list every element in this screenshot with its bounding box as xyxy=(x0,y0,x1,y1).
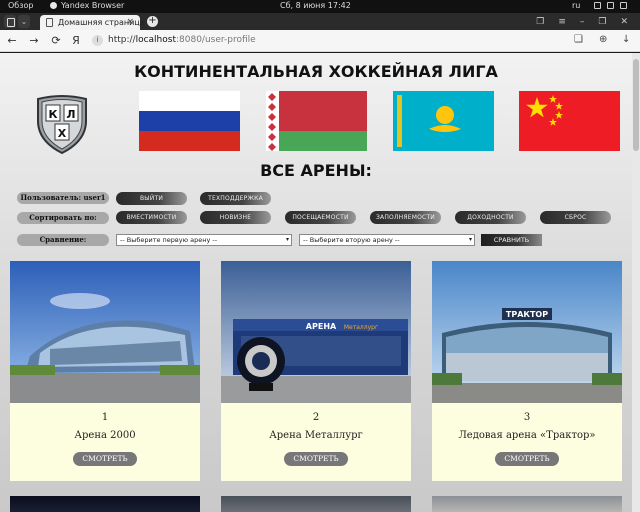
first-arena-select[interactable]: -- Выберите первую арену -- ▾ xyxy=(116,234,292,246)
arena-card: 1 Арена 2000 СМОТРЕТЬ xyxy=(10,261,200,481)
tabs-menu-button[interactable] xyxy=(4,15,16,28)
page-icon xyxy=(46,18,53,27)
tabs-dropdown-icon[interactable]: ⌄ xyxy=(18,15,30,28)
browser-tab-strip: ⌄ Домашняя страница × + ❐ ≡ – ❐ ✕ xyxy=(0,13,640,30)
forward-icon[interactable]: → xyxy=(27,34,41,47)
page-content: КОНТИНЕНТАЛЬНАЯ ХОККЕЙНАЯ ЛИГА К Л Х ВСЕ… xyxy=(0,53,632,512)
site-title: КОНТИНЕНТАЛЬНАЯ ХОККЕЙНАЯ ЛИГА xyxy=(134,62,498,81)
khl-logo: К Л Х xyxy=(37,95,87,155)
collections-icon[interactable]: ❐ xyxy=(536,17,544,27)
user-label: Пользователь: user1 xyxy=(17,192,109,204)
yandex-icon[interactable]: Я xyxy=(69,34,83,47)
arena-number: 3 xyxy=(523,412,531,423)
second-arena-select-value: -- Выберите вторую арену -- xyxy=(303,236,400,244)
arena-card-partial xyxy=(10,496,200,512)
clock[interactable]: Сб, 8 июня 17:42 xyxy=(280,1,351,10)
site-info-icon[interactable]: i xyxy=(92,35,103,46)
url-scheme: http:// xyxy=(108,35,136,45)
first-arena-select-value: -- Выберите первую арену -- xyxy=(120,236,218,244)
page-scrollbar[interactable] xyxy=(632,53,640,512)
view-arena-button[interactable]: СМОТРЕТЬ xyxy=(284,452,348,466)
view-arena-button[interactable]: СМОТРЕТЬ xyxy=(495,452,559,466)
back-icon[interactable]: ← xyxy=(5,34,19,47)
os-top-bar: Обзор Yandex Browser Сб, 8 июня 17:42 ru xyxy=(0,0,640,13)
arena-number: 2 xyxy=(312,412,320,423)
logo-letter: Х xyxy=(58,127,67,140)
scrollbar-thumb[interactable] xyxy=(633,59,639,151)
arena-number: 1 xyxy=(101,412,109,423)
logout-button[interactable]: ВЫЙТИ xyxy=(116,192,187,205)
sort-revenue-button[interactable]: ДОХОДНОСТИ xyxy=(455,211,526,224)
network-icon xyxy=(594,2,601,9)
view-arena-button[interactable]: СМОТРЕТЬ xyxy=(73,452,137,466)
sort-newest-button[interactable]: НОВИЗНЕ xyxy=(200,211,271,224)
download-icon[interactable]: ↓ xyxy=(622,34,630,45)
keyboard-layout[interactable]: ru xyxy=(572,1,580,10)
window-controls: ❐ ≡ – ❐ ✕ xyxy=(536,13,640,30)
support-button[interactable]: ТЕХПОДДЕРЖКА xyxy=(200,192,271,205)
yandex-browser-icon xyxy=(50,2,57,9)
compare-label: Сравнение: xyxy=(17,234,109,246)
arena-photo: ТРАКТОР xyxy=(432,261,622,403)
system-tray[interactable] xyxy=(594,2,627,9)
russia-flag xyxy=(139,91,240,151)
translate-icon[interactable]: ⊕ xyxy=(599,34,607,45)
arena-photo xyxy=(10,261,200,403)
sort-occupancy-button[interactable]: ЗАПОЛНЯЕМОСТИ xyxy=(370,211,441,224)
arena-card-partial xyxy=(432,496,622,512)
power-icon xyxy=(620,2,627,9)
minimize-icon[interactable]: – xyxy=(580,17,585,27)
arena-sign: ТРАКТОР xyxy=(506,310,548,319)
sort-attendance-button[interactable]: ПОСЕЩАЕМОСТИ xyxy=(285,211,356,224)
reset-sort-button[interactable]: СБРОС xyxy=(540,211,611,224)
new-tab-button[interactable]: + xyxy=(147,16,158,27)
url-field[interactable]: http://localhost:8080/user-profile xyxy=(108,35,256,45)
tab-home-page[interactable]: Домашняя страница × xyxy=(40,15,145,30)
arena-sign: АРЕНА xyxy=(306,322,337,331)
arena-photo: АРЕНА Металлург xyxy=(221,261,411,403)
address-bar-row: ← → ⟳ Я i http://localhost:8080/user-pro… xyxy=(0,30,640,52)
activities-button[interactable]: Обзор xyxy=(8,1,33,10)
chevron-down-icon: ▾ xyxy=(468,236,472,243)
bookmark-icon[interactable]: ❏ xyxy=(574,34,583,45)
url-path: :8080/user-profile xyxy=(175,35,256,45)
arena-name: Арена 2000 xyxy=(74,430,136,441)
arena-name: Арена Металлург xyxy=(269,430,363,441)
arena-card: ТРАКТОР 3 Ледовая арена «Трактор» СМОТРЕ… xyxy=(432,261,622,481)
maximize-icon[interactable]: ❐ xyxy=(598,17,606,27)
chevron-down-icon: ▾ xyxy=(285,236,289,243)
app-name: Yandex Browser xyxy=(61,1,125,10)
section-title: ВСЕ АРЕНЫ: xyxy=(260,161,372,180)
arena-card-partial xyxy=(221,496,411,512)
close-tab-icon[interactable]: × xyxy=(126,17,134,27)
logo-letter: К xyxy=(49,108,58,121)
arena-card: АРЕНА Металлург 2 Арена Металлург СМОТРЕ… xyxy=(221,261,411,481)
belarus-flag xyxy=(266,91,367,151)
kazakhstan-flag xyxy=(393,91,494,151)
url-host: localhost xyxy=(135,35,176,45)
close-window-icon[interactable]: ✕ xyxy=(620,17,628,27)
reload-icon[interactable]: ⟳ xyxy=(49,34,63,47)
arena-sign: Металлург xyxy=(344,324,378,331)
app-menu[interactable]: Yandex Browser xyxy=(50,1,124,10)
compare-button[interactable]: СРАВНИТЬ xyxy=(481,234,542,246)
arena-name: Ледовая арена «Трактор» xyxy=(458,430,596,441)
logo-letter: Л xyxy=(66,108,75,121)
second-arena-select[interactable]: -- Выберите вторую арену -- ▾ xyxy=(299,234,475,246)
volume-icon xyxy=(607,2,614,9)
sort-capacity-button[interactable]: ВМЕСТИМОСТИ xyxy=(116,211,187,224)
sort-label: Сортировать по: xyxy=(17,212,109,224)
china-flag xyxy=(519,91,620,151)
menu-icon[interactable]: ≡ xyxy=(558,17,566,27)
